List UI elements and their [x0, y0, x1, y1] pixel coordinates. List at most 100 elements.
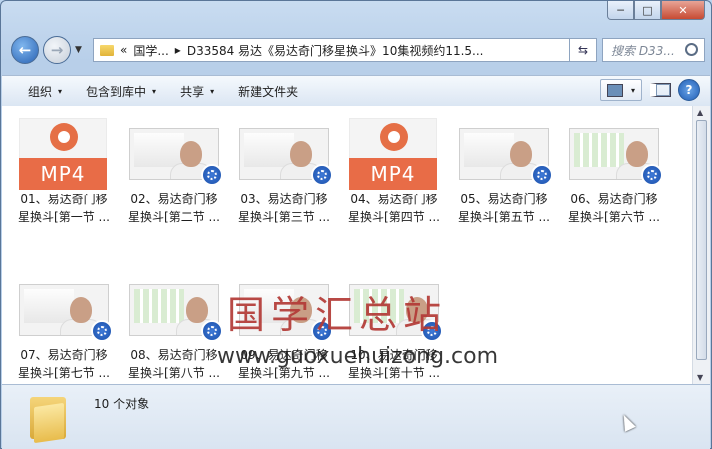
breadcrumb-overflow[interactable]: «: [120, 43, 127, 57]
item-count: 10 个对象: [94, 397, 150, 411]
address-field[interactable]: « 国学... ▸ D33584 易达《易达奇门移星换斗》10集视频约11.5.…: [93, 38, 597, 62]
close-icon: ✕: [678, 3, 688, 17]
file-name-line: 星换斗[第七节 ...: [18, 366, 110, 380]
chevron-down-icon: ▾: [58, 86, 63, 96]
forward-button[interactable]: →: [43, 36, 71, 64]
close-button[interactable]: ✕: [661, 1, 705, 20]
new-folder-button[interactable]: 新建文件夹: [226, 83, 310, 100]
video-thumbnail: [19, 284, 113, 342]
folder-icon: [30, 393, 66, 444]
view-controls: ▾ ?: [600, 79, 700, 101]
file-name-line: 03、易达奇门移: [240, 192, 328, 206]
file-name-line: 星换斗[第一节 ...: [18, 210, 110, 224]
help-icon: ?: [685, 83, 693, 97]
file-name-line: 07、易达奇门移: [20, 348, 108, 362]
address-bar-row: ← → ▼ « 国学... ▸ D33584 易达《易达奇门移星换斗》10集视频…: [9, 36, 705, 64]
new-folder-label: 新建文件夹: [238, 84, 299, 99]
file-name: 04、易达奇门移 星换斗[第四节 ...: [342, 190, 446, 226]
organize-menu[interactable]: 组织 ▾: [2, 83, 74, 100]
video-thumbnail: MP4: [349, 118, 439, 194]
film-reel-icon: [380, 123, 408, 151]
scroll-up-icon[interactable]: ▲: [697, 108, 703, 117]
file-name-line: 星换斗[第五节 ...: [458, 210, 550, 224]
file-item[interactable]: 05、易达奇门移 星换斗[第五节 ...: [452, 128, 556, 226]
file-name-line: 星换斗[第六节 ...: [568, 210, 660, 224]
breadcrumb-current[interactable]: D33584 易达《易达奇门移星换斗》10集视频约11.5...: [187, 42, 484, 59]
file-name: 08、易达奇门移 星换斗[第八节 ...: [122, 346, 226, 382]
mp4-file-icon: MP4: [19, 118, 107, 194]
file-name: 06、易达奇门移 星换斗[第六节 ...: [562, 190, 666, 226]
file-name-line: 06、易达奇门移: [570, 192, 658, 206]
file-list: 10、易达奇门移 星换斗[第十节 ... 09、易达奇门移 星换斗[第九节 ... 08…: [2, 106, 692, 384]
search-input[interactable]: 搜索 D33...: [602, 38, 705, 62]
share-label: 共享: [180, 84, 205, 99]
search-icon: [685, 43, 698, 56]
file-name: 05、易达奇门移 星换斗[第五节 ...: [452, 190, 556, 226]
mp4-file-icon: MP4: [349, 118, 437, 194]
file-item[interactable]: 06、易达奇门移 星换斗[第六节 ...: [562, 128, 666, 226]
refresh-button[interactable]: ⇆: [569, 38, 597, 62]
file-item[interactable]: 02、易达奇门移 星换斗[第二节 ...: [122, 128, 226, 226]
refresh-icon: ⇆: [577, 43, 589, 57]
file-name: 01、易达奇门移 星换斗[第一节 ...: [12, 190, 116, 226]
video-thumbnail: [459, 128, 553, 186]
media-player-badge-icon: [201, 320, 223, 342]
file-name-line: 08、易达奇门移: [130, 348, 218, 362]
watermark-text: 国学汇总站: [227, 293, 448, 337]
file-name-line: 星换斗[第三节 ...: [238, 210, 330, 224]
film-reel-icon: [50, 123, 78, 151]
chevron-down-icon: ▾: [152, 86, 157, 96]
file-item[interactable]: MP4 04、易达奇门移 星换斗[第四节 ...: [342, 118, 446, 226]
file-item[interactable]: MP4 01、易达奇门移 星换斗[第一节 ...: [12, 118, 116, 226]
file-name: 07、易达奇门移 星换斗[第七节 ...: [12, 346, 116, 382]
breadcrumb-separator[interactable]: ▸: [175, 43, 181, 57]
organize-label: 组织: [28, 84, 53, 99]
file-name: 03、易达奇门移 星换斗[第三节 ...: [232, 190, 336, 226]
explorer-window: ─ □ ✕ ← → ▼ « 国学... ▸ D33584 易达《易达奇门移星换斗…: [0, 0, 712, 449]
back-button[interactable]: ←: [11, 36, 39, 64]
video-thumbnail: [129, 284, 223, 342]
forward-arrow-icon: →: [50, 41, 64, 59]
breadcrumb-item[interactable]: 国学...: [133, 42, 168, 59]
file-item[interactable]: 03、易达奇门移 星换斗[第三节 ...: [232, 128, 336, 226]
recent-pages-dropdown[interactable]: ▼: [75, 45, 82, 55]
details-pane: 10 个对象: [2, 384, 710, 449]
media-player-badge-icon: [201, 164, 223, 186]
help-button[interactable]: ?: [678, 79, 700, 101]
include-label: 包含到库中: [86, 84, 147, 99]
file-name: 02、易达奇门移 星换斗[第二节 ...: [122, 190, 226, 226]
media-player-badge-icon: [641, 164, 663, 186]
chevron-down-icon: ▾: [630, 85, 635, 95]
search-placeholder: 搜索 D33...: [611, 43, 675, 58]
video-thumbnail: [569, 128, 663, 186]
media-player-badge-icon: [311, 164, 333, 186]
media-player-badge-icon: [531, 164, 553, 186]
file-name-line: 星换斗[第二节 ...: [128, 210, 220, 224]
include-in-library-menu[interactable]: 包含到库中 ▾: [74, 83, 168, 100]
command-bar: 组织 ▾ 包含到库中 ▾ 共享 ▾ 新建文件夹 ▾ ?: [2, 75, 710, 107]
scroll-down-icon[interactable]: ▼: [697, 373, 703, 382]
file-name-line: 05、易达奇门移: [460, 192, 548, 206]
file-name-line: 02、易达奇门移: [130, 192, 218, 206]
vertical-scrollbar[interactable]: ▲ ▼: [692, 106, 710, 384]
minimize-button[interactable]: ─: [607, 1, 634, 20]
maximize-button[interactable]: □: [634, 1, 661, 20]
share-menu[interactable]: 共享 ▾: [168, 83, 226, 100]
file-name-line: 星换斗[第四节 ...: [348, 210, 440, 224]
change-view-button[interactable]: ▾: [600, 79, 642, 101]
mp4-label: MP4: [19, 158, 107, 190]
file-item[interactable]: 08、易达奇门移 星换斗[第八节 ...: [122, 284, 226, 382]
file-item[interactable]: 07、易达奇门移 星换斗[第七节 ...: [12, 284, 116, 382]
minimize-icon: ─: [617, 3, 624, 17]
preview-pane-button[interactable]: [648, 79, 672, 101]
caption-buttons: ─ □ ✕: [607, 1, 705, 20]
back-arrow-icon: ←: [18, 41, 32, 59]
mp4-label: MP4: [349, 158, 437, 190]
scrollbar-thumb[interactable]: [696, 120, 707, 360]
preview-pane-icon: [649, 83, 671, 97]
video-thumbnail: [239, 128, 333, 186]
folder-icon: [100, 44, 114, 56]
watermark-url: www.guoxuehuizong.com: [217, 344, 499, 369]
view-icon: [606, 83, 623, 97]
video-thumbnail: MP4: [19, 118, 109, 194]
